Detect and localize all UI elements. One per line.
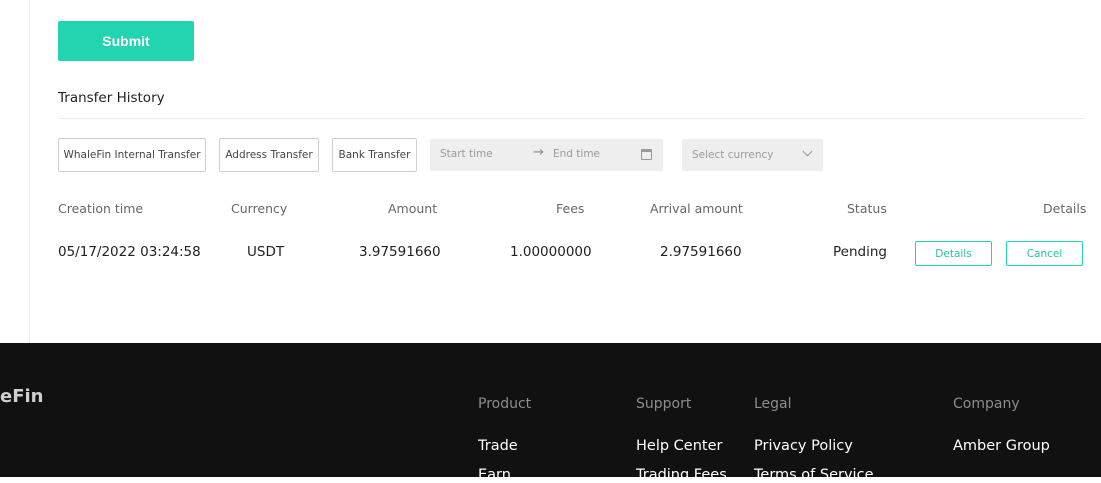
footer-link-trading-fees[interactable]: Trading Fees bbox=[636, 467, 727, 483]
section-divider bbox=[58, 118, 1085, 119]
footer-link-privacy-policy[interactable]: Privacy Policy bbox=[754, 438, 853, 454]
end-time-input[interactable]: End time bbox=[553, 148, 600, 160]
cell-currency: USDT bbox=[247, 244, 285, 260]
details-button[interactable]: Details bbox=[915, 241, 992, 266]
column-fees: Fees bbox=[556, 201, 585, 216]
transfer-history-title: Transfer History bbox=[58, 90, 165, 106]
cell-arrival-amount: 2.97591660 bbox=[660, 244, 742, 260]
cell-amount: 3.97591660 bbox=[359, 244, 441, 260]
footer: eFin Product Trade Earn Support Help Cen… bbox=[0, 343, 1101, 483]
submit-button[interactable]: Submit bbox=[58, 21, 194, 61]
cell-creation-time: 05/17/2022 03:24:58 bbox=[58, 244, 201, 260]
column-status: Status bbox=[847, 201, 887, 216]
currency-select-placeholder: Select currency bbox=[692, 149, 774, 161]
footer-heading-legal: Legal bbox=[754, 396, 792, 412]
column-creation-time: Creation time bbox=[58, 201, 144, 216]
filter-internal-transfer[interactable]: WhaleFin Internal Transfer bbox=[58, 138, 206, 172]
cell-fees: 1.00000000 bbox=[510, 244, 592, 260]
column-arrival-amount: Arrival amount bbox=[650, 201, 743, 216]
sidebar-divider bbox=[29, 0, 30, 343]
calendar-icon[interactable] bbox=[641, 149, 652, 160]
chevron-down-icon bbox=[802, 146, 813, 157]
cell-status: Pending bbox=[833, 244, 887, 260]
footer-link-earn[interactable]: Earn bbox=[478, 467, 511, 483]
column-amount: Amount bbox=[388, 201, 438, 216]
cancel-button[interactable]: Cancel bbox=[1006, 241, 1083, 266]
footer-link-terms-of-service[interactable]: Terms of Service bbox=[754, 467, 873, 483]
currency-select[interactable]: Select currency bbox=[682, 139, 823, 171]
footer-heading-support: Support bbox=[636, 396, 692, 412]
arrow-right-icon: → bbox=[533, 145, 544, 160]
transfer-page: Submit Transfer History WhaleFin Interna… bbox=[0, 0, 1101, 343]
filter-bank-transfer[interactable]: Bank Transfer bbox=[332, 138, 417, 172]
date-range-picker[interactable]: Start time → End time bbox=[430, 139, 663, 171]
footer-link-trade[interactable]: Trade bbox=[478, 438, 518, 454]
filter-address-transfer[interactable]: Address Transfer bbox=[219, 138, 319, 172]
footer-brand-logo[interactable]: eFin bbox=[0, 386, 45, 407]
footer-link-help-center[interactable]: Help Center bbox=[636, 438, 722, 454]
footer-heading-company: Company bbox=[953, 396, 1020, 412]
column-currency: Currency bbox=[231, 201, 288, 216]
start-time-input[interactable]: Start time bbox=[440, 148, 493, 160]
footer-link-amber-group[interactable]: Amber Group bbox=[953, 438, 1050, 454]
footer-heading-product: Product bbox=[478, 396, 532, 412]
column-details: Details bbox=[1043, 201, 1087, 216]
